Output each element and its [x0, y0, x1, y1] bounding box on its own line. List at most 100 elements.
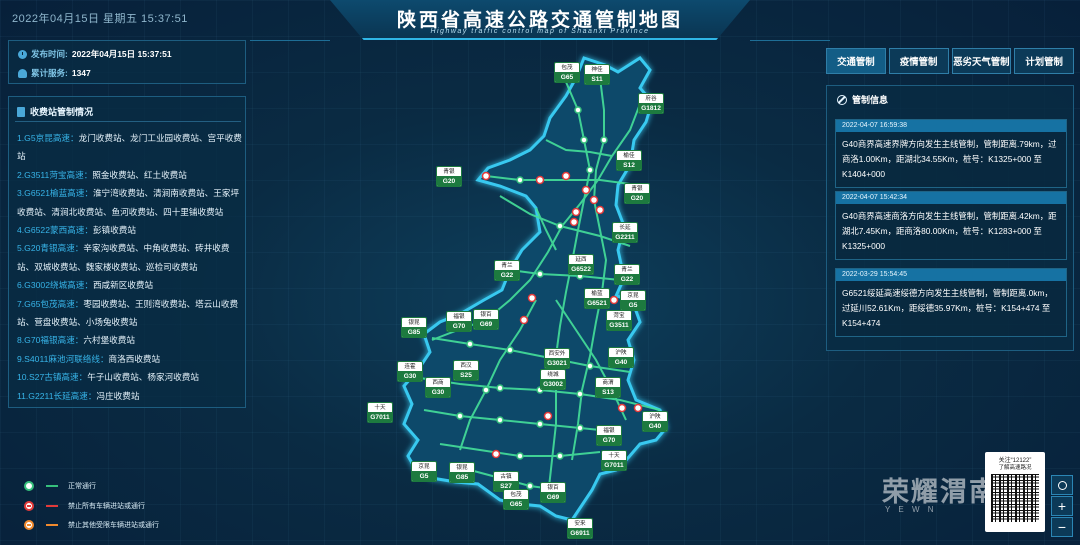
- highway-badge[interactable]: 包茂 G65: [554, 62, 580, 83]
- highway-badge[interactable]: 银昆 G85: [449, 462, 475, 483]
- panel-divider: [15, 121, 241, 122]
- highway-badge[interactable]: 包茂 G65: [503, 489, 529, 510]
- legend-item-restricted: 禁止其他受限车辆进站或通行: [24, 519, 184, 531]
- control-info-heading: 管制信息: [837, 93, 888, 106]
- notice-text: G40商界高速界牌方向发生主线管制，管制距离.79km，过商洛1.00Km，距湖…: [842, 139, 1057, 179]
- highway-badge[interactable]: 京昆 G5: [411, 461, 437, 482]
- highway-badge[interactable]: 银百 G69: [540, 482, 566, 503]
- publish-time-label: 发布时间:: [31, 49, 68, 59]
- list-item[interactable]: 2.G3511菏宝高速：照金收费站、红土收费站: [17, 166, 243, 184]
- page-subtitle: Highway traffic control map of Shaanxi P…: [430, 28, 650, 35]
- list-item[interactable]: 6.G3002绕城高速：西咸新区收费站: [17, 276, 243, 294]
- list-item[interactable]: 8.G70福银高速：六村堡收费站: [17, 331, 243, 349]
- control-notice[interactable]: 2022-04-07 16:59:38 G40商界高速界牌方向发生主线管制，管制…: [835, 119, 1067, 188]
- legend-line-orange: [46, 524, 58, 526]
- list-item[interactable]: 4.G6522蒙西高速：彭镇收费站: [17, 221, 243, 239]
- service-count-label: 累计服务:: [31, 68, 68, 78]
- highway-badge[interactable]: 榆蓝 G6521: [584, 288, 610, 309]
- notice-time: 2022-04-07 15:42:34: [836, 192, 1066, 204]
- highway-badge[interactable]: 商渭 S13: [595, 377, 621, 398]
- highway-badge[interactable]: 青兰 G22: [494, 260, 520, 281]
- toll-station-heading-text: 收费站管制情况: [30, 107, 94, 117]
- legend-item-closed: 禁止所有车辆进站或通行: [24, 500, 184, 512]
- legend-label: 正常通行: [68, 483, 96, 490]
- zoom-out-button[interactable]: −: [1051, 517, 1073, 537]
- list-item[interactable]: 5.G20青银高速：辛家沟收费站、中角收费站、砖井收费站、双城收费站、魏家楼收费…: [17, 239, 243, 276]
- toll-station-panel: 收费站管制情况 1.G5京昆高速：龙门收费站、龙门工业园收费站、宫平收费站 2.…: [8, 96, 246, 408]
- toll-station-heading: 收费站管制情况: [17, 105, 93, 118]
- highway-badge[interactable]: 神佳 S11: [584, 64, 610, 85]
- notice-text: G40商界高速商洛方向发生主线管制，管制距离.42km，距湖北7.45Km，距商…: [842, 211, 1057, 251]
- restricted-station-icon: [24, 520, 34, 530]
- legend-line-green: [46, 485, 58, 487]
- qr-card: 关注“12122” 了解高速路况: [985, 452, 1045, 532]
- control-notice[interactable]: 2022-03-29 15:54:45 G6521绥延高速绥德方向发生主线管制，…: [835, 268, 1067, 337]
- highway-badge[interactable]: 京昆 G5: [620, 290, 646, 311]
- highway-badge[interactable]: 福银 G70: [596, 425, 622, 446]
- tab-epidemic-control[interactable]: 疫情管制: [888, 48, 949, 74]
- service-count-row: 累计服务: 1347: [18, 67, 91, 79]
- zoom-in-button[interactable]: +: [1051, 496, 1073, 516]
- highway-badge[interactable]: 福银 G70: [446, 311, 472, 332]
- list-item[interactable]: 10.S27古镇高速：午子山收费站、杨家河收费站: [17, 368, 243, 386]
- control-info-panel: 管制信息 2022-04-07 16:59:38 G40商界高速界牌方向发生主线…: [826, 85, 1074, 351]
- highway-badge[interactable]: 长延 G2211: [612, 222, 638, 243]
- highway-badge[interactable]: 银百 G69: [473, 309, 499, 330]
- toll-station-list: 1.G5京昆高速：龙门收费站、龙门工业园收费站、宫平收费站 2.G3511菏宝高…: [17, 129, 243, 405]
- highway-badge[interactable]: 西安外 G3021: [544, 348, 570, 369]
- control-info-heading-text: 管制信息: [852, 95, 889, 105]
- tab-planned-control[interactable]: 计划管制: [1014, 48, 1074, 74]
- highway-badge[interactable]: 沪陕 G40: [642, 411, 668, 432]
- highway-badge[interactable]: 绕城 G3002: [540, 369, 566, 390]
- list-item[interactable]: 3.G6521榆蓝高速：淮宁湾收费站、清涧南收费站、王家坪收费站、清涧北收费站、…: [17, 184, 243, 221]
- highway-badge[interactable]: 连霍 G30: [397, 361, 423, 382]
- control-notice[interactable]: 2022-04-07 15:42:34 G40商界高速商洛方向发生主线管制，管制…: [835, 191, 1067, 260]
- highway-badge[interactable]: 沪陕 G40: [608, 347, 634, 368]
- tab-weather-control[interactable]: 恶劣天气管制: [951, 48, 1012, 74]
- locate-button[interactable]: [1051, 475, 1073, 495]
- qr-subcaption: 了解高速路况: [998, 465, 1032, 471]
- highway-badge[interactable]: 安来 G6911: [567, 518, 593, 539]
- open-station-icon: [24, 481, 34, 491]
- list-item[interactable]: 7.G65包茂高速：枣园收费站、王则湾收费站、塔云山收费站、营盘收费站、小场兔收…: [17, 295, 243, 332]
- notice-time: 2022-04-07 16:59:38: [836, 120, 1066, 132]
- brand-watermark: 荣耀渭南: [882, 477, 998, 507]
- title-divider-left: [250, 40, 330, 41]
- highway-badge[interactable]: 菏宝 G3511: [606, 310, 632, 331]
- list-item[interactable]: 9.S4011麻池河联络线：商洛西收费站: [17, 350, 243, 368]
- highway-badge[interactable]: 青银 G20: [436, 166, 462, 187]
- qr-code: [991, 474, 1039, 522]
- notice-text: G6521绥延高速绥德方向发生主线管制，管制距离.0km，过延川52.61Km，…: [842, 288, 1053, 328]
- list-item[interactable]: 11.G2211长延高速：冯庄收费站: [17, 387, 243, 405]
- highway-badge[interactable]: 西汉 S25: [453, 360, 479, 381]
- publish-info-panel: 发布时间: 2022年04月15日 15:37:51 累计服务: 1347: [8, 40, 246, 84]
- publish-time-value: 2022年04月15日 15:37:51: [71, 49, 172, 59]
- list-item[interactable]: 1.G5京昆高速：龙门收费站、龙门工业园收费站、宫平收费站: [17, 129, 243, 166]
- control-type-tabs: 交通管制 疫情管制 恶劣天气管制 计划管制: [826, 48, 1074, 74]
- publish-time-row: 发布时间: 2022年04月15日 15:37:51: [18, 48, 172, 60]
- highway-badge[interactable]: 十天 G7011: [367, 402, 393, 423]
- prohibited-icon: [837, 94, 847, 105]
- legend-line-red: [46, 505, 58, 507]
- highway-badge[interactable]: 青兰 G22: [614, 264, 640, 285]
- highway-badge[interactable]: 银昆 G85: [401, 317, 427, 338]
- highway-badge[interactable]: 榆佳 S12: [616, 150, 642, 171]
- highway-badge[interactable]: 西商 G30: [425, 377, 451, 398]
- user-icon: [18, 68, 27, 78]
- highway-badge[interactable]: 青银 G20: [624, 183, 650, 204]
- locate-icon: [1057, 481, 1067, 490]
- highway-badge[interactable]: 十天 G7011: [601, 450, 627, 471]
- service-count-value: 1347: [71, 68, 91, 78]
- legend-label: 禁止其他受限车辆进站或通行: [68, 522, 159, 529]
- highway-badge[interactable]: 府谷 G1812: [638, 93, 664, 114]
- current-datetime: 2022年04月15日 星期五 15:37:51: [12, 13, 188, 25]
- closed-station-icon: [24, 501, 34, 511]
- title-divider-right: [750, 40, 830, 41]
- legend-item-open: 正常通行: [24, 480, 184, 492]
- legend-label: 禁止所有车辆进站或通行: [68, 503, 145, 510]
- highway-badge[interactable]: 延西 G6522: [568, 254, 594, 275]
- tab-traffic-control[interactable]: 交通管制: [826, 48, 886, 74]
- clock-icon: [18, 49, 27, 59]
- document-icon: [17, 106, 25, 117]
- brand-url: Y E W N: [885, 505, 937, 514]
